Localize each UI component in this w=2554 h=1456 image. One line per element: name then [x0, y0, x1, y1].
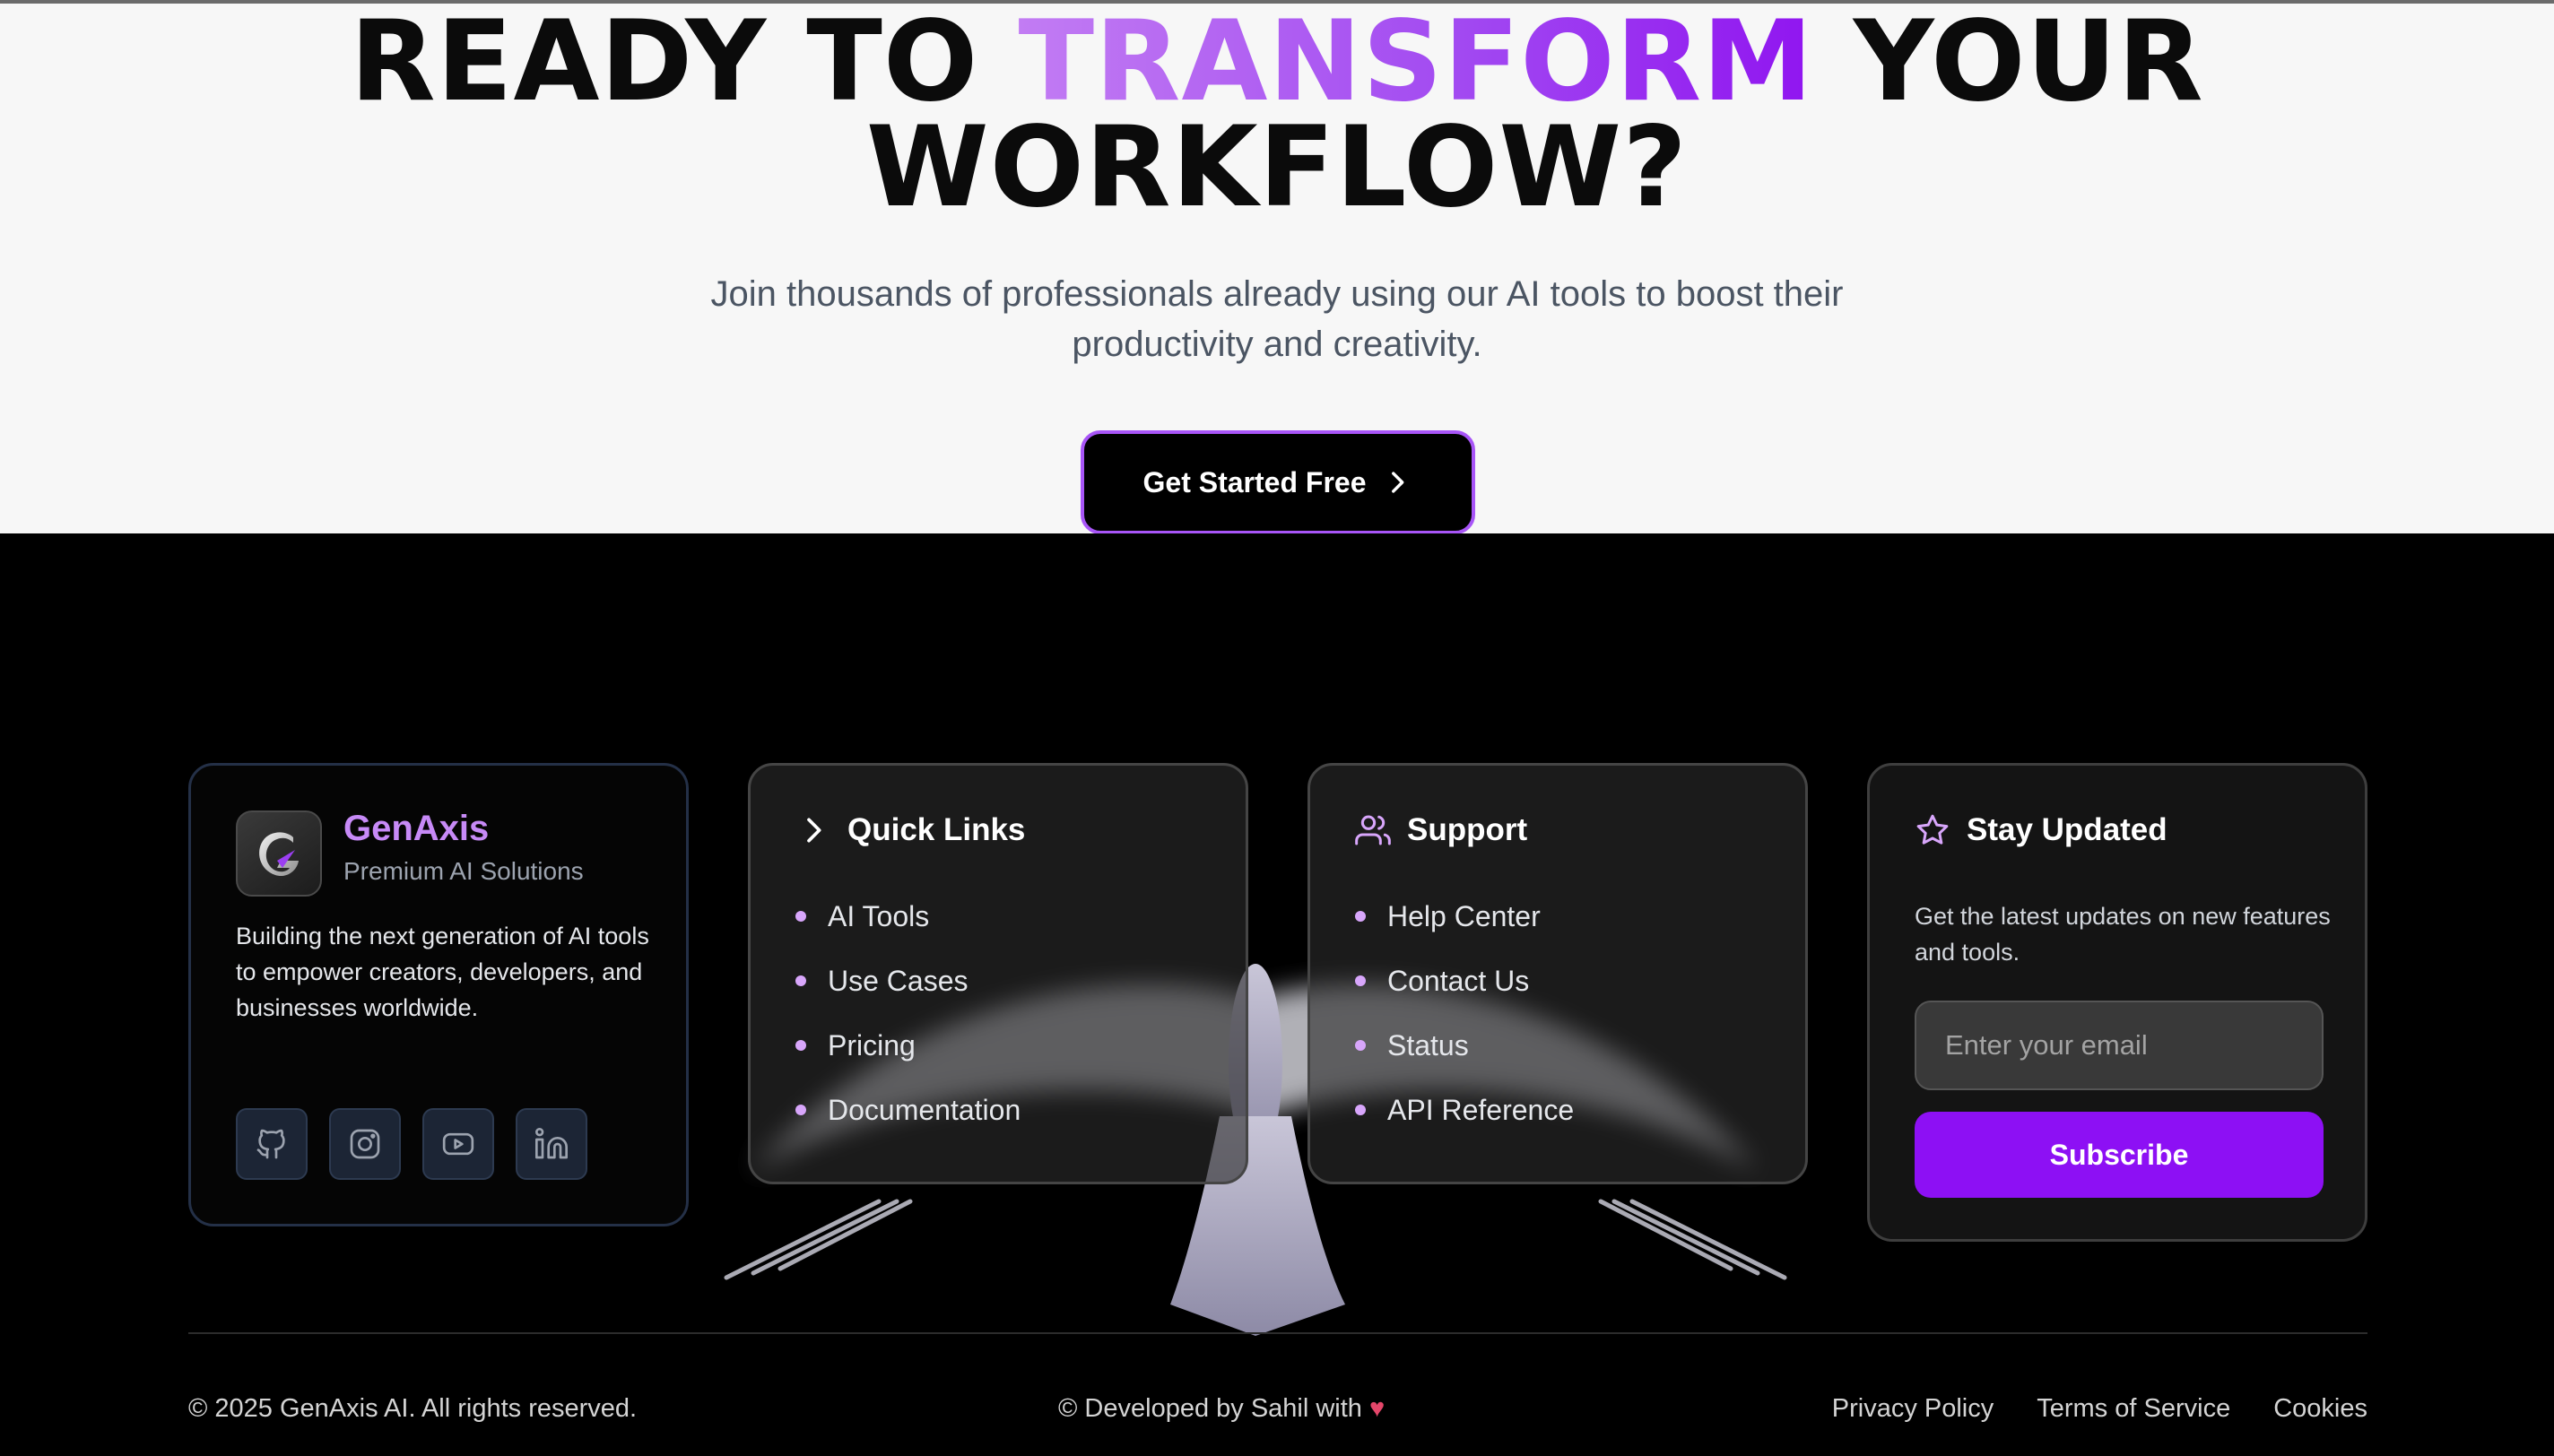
- newsletter-card: Stay Updated Get the latest updates on n…: [1867, 763, 2367, 1242]
- footer: GenAxis Premium AI Solutions Building th…: [0, 533, 2554, 1456]
- social-links: [236, 1108, 587, 1180]
- developed-by-text: © Developed by Sahil with ♥: [1058, 1394, 1385, 1424]
- bullet-icon: [1355, 911, 1366, 922]
- bullet-icon: [795, 975, 806, 986]
- quick-link-use-cases[interactable]: Use Cases: [795, 949, 1021, 1013]
- github-link[interactable]: [236, 1108, 308, 1180]
- github-icon: [256, 1129, 285, 1159]
- quick-links-list: AI Tools Use Cases Pricing Documentation: [795, 884, 1021, 1142]
- cta-title-part2: YOUR: [1813, 0, 2204, 126]
- copyright-text: © 2025 GenAxis AI. All rights reserved.: [188, 1394, 638, 1423]
- privacy-policy-link[interactable]: Privacy Policy: [1832, 1394, 1994, 1424]
- legal-links: Privacy Policy Terms of Service Cookies: [1832, 1394, 2367, 1424]
- brand-name: GenAxis: [343, 809, 490, 848]
- linkedin-icon: [535, 1128, 568, 1159]
- newsletter-description: Get the latest updates on new features a…: [1915, 903, 2331, 966]
- support-header: Support: [1355, 812, 1527, 848]
- support-title: Support: [1407, 812, 1528, 847]
- brand-tagline: Premium AI Solutions: [343, 857, 584, 885]
- brand-card: GenAxis Premium AI Solutions Building th…: [188, 763, 689, 1226]
- support-link-label: Help Center: [1387, 899, 1541, 932]
- newsletter-title: Stay Updated: [1967, 812, 2167, 847]
- genaxis-logo-icon: [259, 832, 299, 877]
- terms-of-service-link[interactable]: Terms of Service: [2037, 1394, 2230, 1424]
- support-list: Help Center Contact Us Status API Refere…: [1355, 884, 1574, 1142]
- youtube-link[interactable]: [422, 1108, 494, 1180]
- chevron-right-icon: [807, 818, 821, 843]
- cta-subtitle: Join thousands of professionals already …: [0, 269, 2554, 369]
- cta-subtitle-line1: Join thousands of professionals already …: [710, 274, 1844, 314]
- chevron-right-icon: [1392, 472, 1404, 493]
- get-started-label: Get Started Free: [1142, 465, 1367, 498]
- quick-links-header: Quick Links: [795, 812, 1025, 848]
- cta-title: READY TO TRANSFORM YOUR WORKFLOW?: [0, 6, 2554, 223]
- cookies-link[interactable]: Cookies: [2273, 1394, 2367, 1424]
- linkedin-link[interactable]: [516, 1108, 587, 1180]
- cta-section: READY TO TRANSFORM YOUR WORKFLOW? Join t…: [0, 0, 2554, 534]
- users-icon: [1355, 815, 1391, 845]
- instagram-link[interactable]: [329, 1108, 401, 1180]
- support-link-help-center[interactable]: Help Center: [1355, 884, 1574, 949]
- quick-links-title: Quick Links: [847, 812, 1026, 847]
- bullet-icon: [1355, 1040, 1366, 1051]
- quick-link-pricing[interactable]: Pricing: [795, 1013, 1021, 1078]
- bullet-icon: [1355, 975, 1366, 986]
- email-input[interactable]: [1915, 1001, 2324, 1090]
- subscribe-button[interactable]: Subscribe: [1915, 1112, 2324, 1198]
- quick-links-card: Quick Links AI Tools Use Cases Pricing D…: [748, 763, 1248, 1184]
- quick-link-label: Use Cases: [828, 964, 969, 997]
- star-icon: [1916, 814, 1949, 845]
- developed-by-label: © Developed by Sahil with: [1058, 1394, 1362, 1423]
- brand-description: Building the next generation of AI tools…: [236, 923, 649, 1021]
- bullet-icon: [795, 1105, 806, 1115]
- quick-link-label: Documentation: [828, 1093, 1021, 1126]
- support-link-label: Status: [1387, 1028, 1469, 1062]
- get-started-button[interactable]: Get Started Free: [1081, 430, 1475, 534]
- cta-title-line2: WORKFLOW?: [865, 103, 1689, 232]
- support-link-label: API Reference: [1387, 1093, 1575, 1126]
- instagram-icon: [350, 1129, 380, 1159]
- quick-link-ai-tools[interactable]: AI Tools: [795, 884, 1021, 949]
- support-link-contact-us[interactable]: Contact Us: [1355, 949, 1574, 1013]
- heart-icon: ♥: [1369, 1394, 1386, 1423]
- newsletter-header: Stay Updated: [1915, 812, 2167, 848]
- bullet-icon: [795, 1040, 806, 1051]
- youtube-icon: [442, 1132, 474, 1156]
- bullet-icon: [795, 911, 806, 922]
- cta-subtitle-line2: productivity and creativity.: [1072, 325, 1482, 364]
- bullet-icon: [1355, 1105, 1366, 1115]
- quick-link-label: AI Tools: [828, 899, 930, 932]
- genaxis-logo[interactable]: [236, 810, 322, 897]
- support-link-api-reference[interactable]: API Reference: [1355, 1078, 1574, 1142]
- support-link-label: Contact Us: [1387, 964, 1530, 997]
- support-link-status[interactable]: Status: [1355, 1013, 1574, 1078]
- support-card: Support Help Center Contact Us Status AP…: [1307, 763, 1808, 1184]
- quick-link-documentation[interactable]: Documentation: [795, 1078, 1021, 1142]
- quick-link-label: Pricing: [828, 1028, 916, 1062]
- footer-divider: [188, 1332, 2367, 1334]
